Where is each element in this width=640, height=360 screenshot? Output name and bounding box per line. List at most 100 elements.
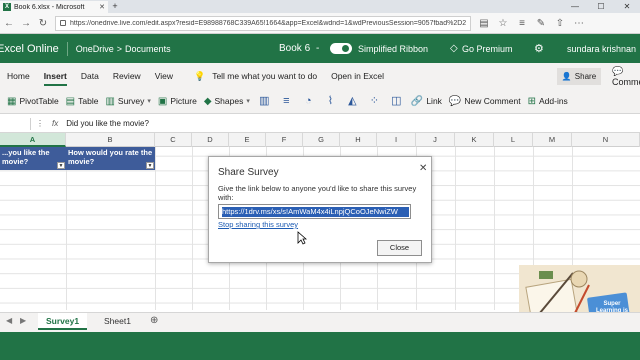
column-header-c[interactable]: C bbox=[155, 133, 192, 147]
simplified-ribbon-toggle[interactable] bbox=[330, 43, 352, 54]
user-name[interactable]: sundara krishnan bbox=[567, 44, 636, 54]
column-header-e[interactable]: E bbox=[229, 133, 266, 147]
column-header-i[interactable]: I bbox=[377, 133, 416, 147]
minimize-icon[interactable]: — bbox=[562, 0, 588, 13]
survey-icon: ▥ bbox=[105, 95, 115, 107]
column-header-g[interactable]: G bbox=[303, 133, 340, 147]
table-header-a1-text: ...you like the movie? bbox=[2, 148, 50, 166]
column-header-m[interactable]: M bbox=[533, 133, 572, 147]
table-header-cell-b1[interactable]: How would you rate the movie? ▼ bbox=[66, 147, 155, 170]
survey-link-field[interactable]: https://1drv.ms/xs/s!AmWaM4x4iLnpjQCoOJe… bbox=[218, 204, 411, 219]
favorite-star-icon[interactable]: ☆ bbox=[497, 18, 509, 29]
document-title[interactable]: Book 6 bbox=[279, 43, 310, 54]
maximize-icon[interactable]: ☐ bbox=[588, 0, 614, 13]
stop-sharing-link[interactable]: Stop sharing this survey bbox=[218, 220, 298, 229]
gear-icon[interactable]: ⚙ bbox=[534, 42, 544, 55]
chevron-down-icon: ▾ bbox=[147, 98, 151, 105]
column-header-a[interactable]: A bbox=[0, 133, 66, 147]
survey-button[interactable]: ▥ Survey ▾ bbox=[105, 96, 150, 107]
column-header-l[interactable]: L bbox=[494, 133, 533, 147]
table-header-b1-text: How would you rate the movie? bbox=[68, 148, 153, 166]
go-premium-button[interactable]: Go Premium bbox=[462, 44, 513, 54]
sheet-tab-survey1[interactable]: Survey1 bbox=[38, 313, 88, 330]
chevron-right-icon[interactable]: ▶ bbox=[20, 316, 26, 325]
share-icon[interactable]: ⇧ bbox=[554, 18, 566, 29]
link-icon: 🔗 bbox=[410, 95, 424, 107]
column-header-k[interactable]: K bbox=[455, 133, 494, 147]
fx-icon[interactable]: fx bbox=[52, 119, 58, 128]
tab-home[interactable]: Home bbox=[0, 63, 37, 89]
share-label: Share bbox=[574, 72, 597, 81]
shapes-label: Shapes bbox=[214, 96, 244, 106]
tab-review[interactable]: Review bbox=[106, 63, 148, 89]
open-in-excel-button[interactable]: Open in Excel bbox=[324, 63, 391, 89]
column-header-d[interactable]: D bbox=[192, 133, 229, 147]
scatter-chart-icon[interactable]: ⁘ bbox=[367, 94, 382, 108]
comment-icon: 💬 bbox=[448, 95, 462, 107]
tab-data[interactable]: Data bbox=[74, 63, 106, 89]
picture-label: Picture bbox=[170, 96, 197, 106]
new-comment-button[interactable]: 💬 New Comment bbox=[449, 96, 521, 107]
favorites-hub-icon[interactable]: ≡ bbox=[516, 18, 528, 29]
app-name[interactable]: Excel Online bbox=[0, 43, 59, 55]
breadcrumb-onedrive[interactable]: OneDrive bbox=[76, 44, 114, 54]
column-header-n[interactable]: N bbox=[572, 133, 640, 147]
picture-button[interactable]: ▣ Picture bbox=[158, 96, 197, 107]
filter-dropdown-icon[interactable]: ▼ bbox=[57, 162, 65, 169]
add-ins-button[interactable]: ⊞ Add-ins bbox=[528, 96, 568, 107]
pivottable-button[interactable]: ▦ PivotTable bbox=[7, 96, 59, 107]
pie-chart-icon[interactable]: ◔ bbox=[301, 94, 316, 108]
share-button[interactable]: 👤 Share bbox=[557, 68, 601, 85]
close-icon[interactable]: ✕ bbox=[419, 163, 427, 174]
insert-ribbon: ▦ PivotTable ▤ Table ▥ Survey ▾ ▣ Pictur… bbox=[0, 89, 640, 114]
column-chart-icon[interactable]: ▥ bbox=[257, 94, 272, 108]
diamond-icon: ◇ bbox=[450, 43, 458, 54]
table-button[interactable]: ▤ Table bbox=[66, 96, 99, 107]
window-close-icon[interactable]: ✕ bbox=[614, 0, 640, 13]
comments-button[interactable]: 💬 Comments bbox=[612, 66, 640, 87]
toggle-knob bbox=[342, 45, 349, 52]
bar-chart-icon[interactable]: ≡ bbox=[279, 94, 294, 108]
table-header-cell-a1[interactable]: ...you like the movie? ▼ bbox=[0, 147, 66, 170]
more-icon[interactable]: ⋯ bbox=[573, 18, 585, 29]
filter-dropdown-icon[interactable]: ▼ bbox=[146, 162, 154, 169]
shapes-button[interactable]: ◆ Shapes ▾ bbox=[204, 96, 250, 107]
simplified-ribbon-label: Simplified Ribbon bbox=[358, 43, 429, 54]
address-bar: ← → ↻ https://onedrive.live.com/edit.asp… bbox=[0, 13, 640, 34]
formula-bar: ⋮ fx Did you like the movie? bbox=[0, 115, 640, 133]
grid-line bbox=[494, 147, 495, 310]
dialog-message: Give the link below to anyone you'd like… bbox=[218, 184, 417, 202]
url-input[interactable]: https://onedrive.live.com/edit.aspx?resi… bbox=[55, 15, 471, 31]
browser-tab[interactable]: X Book 6.xlsx - Microsoft ✕ bbox=[0, 1, 108, 13]
new-tab-icon[interactable]: + bbox=[108, 1, 122, 13]
link-button[interactable]: 🔗 Link bbox=[411, 96, 442, 107]
breadcrumb-documents[interactable]: Documents bbox=[125, 44, 171, 54]
back-icon[interactable]: ← bbox=[4, 18, 14, 29]
column-header-h[interactable]: H bbox=[340, 133, 377, 147]
area-chart-icon[interactable]: ◭ bbox=[345, 94, 360, 108]
table-label: Table bbox=[78, 96, 99, 106]
close-button[interactable]: Close bbox=[377, 240, 422, 256]
line-chart-icon[interactable]: ⌇ bbox=[323, 94, 338, 108]
reading-view-icon[interactable]: ▤ bbox=[478, 18, 490, 29]
tab-view[interactable]: View bbox=[148, 63, 180, 89]
more-icon[interactable]: ⋮ bbox=[36, 119, 44, 128]
column-header-b[interactable]: B bbox=[66, 133, 155, 147]
formula-input[interactable]: Did you like the movie? bbox=[66, 119, 149, 128]
column-header-j[interactable]: J bbox=[416, 133, 455, 147]
survey-link-text[interactable]: https://1drv.ms/xs/s!AmWaM4x4iLnpjQCoOJe… bbox=[222, 207, 409, 217]
browser-titlebar: X Book 6.xlsx - Microsoft ✕ + — ☐ ✕ bbox=[0, 0, 640, 13]
url-text: https://onedrive.live.com/edit.aspx?resi… bbox=[70, 19, 466, 27]
chevron-left-icon[interactable]: ◀ bbox=[6, 316, 12, 325]
add-ins-label: Add-ins bbox=[538, 96, 568, 106]
forward-icon[interactable]: → bbox=[21, 18, 31, 29]
column-header-f[interactable]: F bbox=[266, 133, 303, 147]
add-sheet-icon[interactable]: ⊕ bbox=[150, 315, 158, 326]
pen-icon[interactable]: ✎ bbox=[535, 18, 547, 29]
other-charts-icon[interactable]: ◫ bbox=[389, 94, 404, 108]
refresh-icon[interactable]: ↻ bbox=[38, 18, 48, 29]
tell-me-search[interactable]: Tell me what you want to do bbox=[205, 63, 324, 89]
close-icon[interactable]: ✕ bbox=[99, 3, 105, 11]
tab-insert[interactable]: Insert bbox=[37, 63, 74, 89]
sheet-tab-sheet1[interactable]: Sheet1 bbox=[96, 313, 139, 330]
